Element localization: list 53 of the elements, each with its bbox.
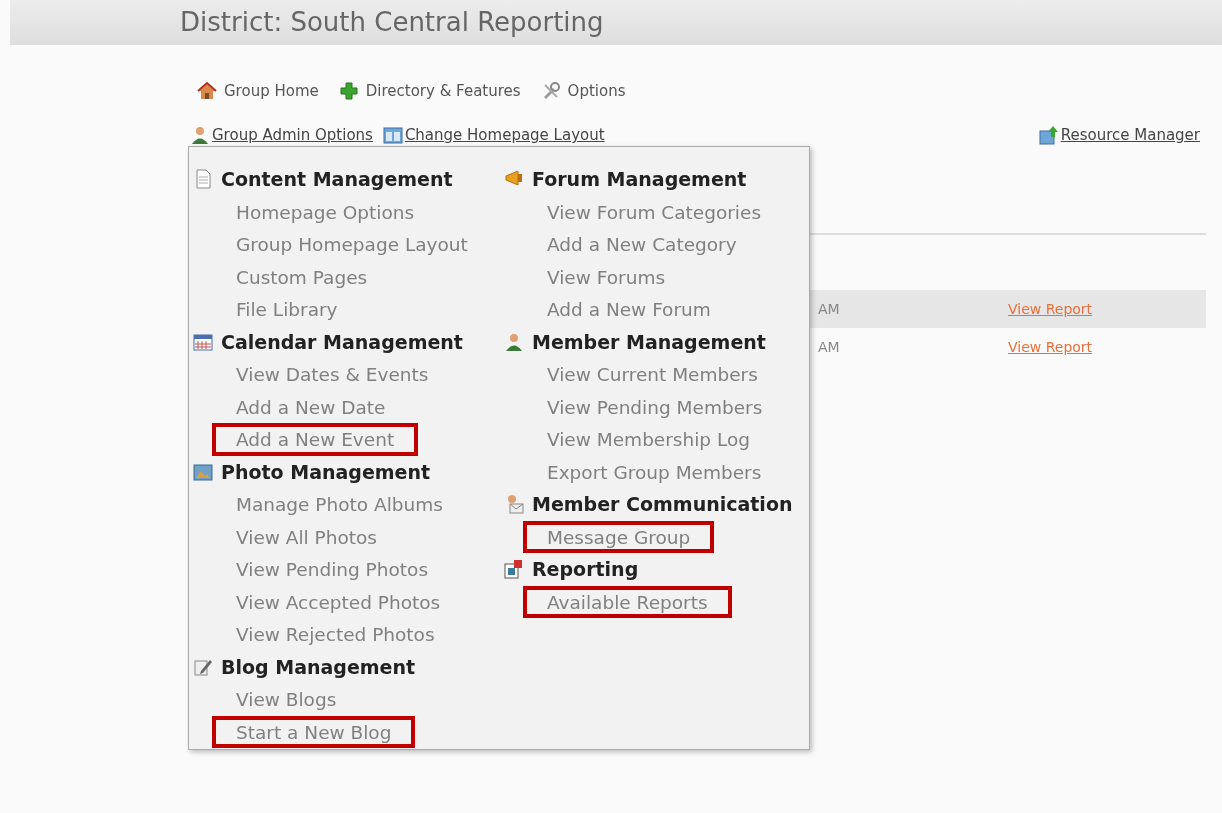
admin-link[interactable]: Change Homepage Layout <box>382 124 605 146</box>
section-heading: Blog Management <box>221 655 416 678</box>
menu-item[interactable]: Available Reports <box>523 585 732 618</box>
layout-icon <box>382 125 403 145</box>
report-icon <box>504 559 524 580</box>
section-heading: Reporting <box>532 558 639 581</box>
table-cell-text: AM <box>818 301 841 317</box>
menu-item[interactable]: Message Group <box>523 520 715 553</box>
menu-item[interactable]: Add a New Category <box>523 228 761 261</box>
document-icon <box>193 169 213 190</box>
menu-item[interactable]: View Forums <box>523 260 690 293</box>
person-icon <box>504 331 524 352</box>
menu-item[interactable]: View Dates & Events <box>212 358 453 391</box>
menu-item[interactable]: View Blogs <box>212 683 361 716</box>
house-icon <box>197 81 217 101</box>
menu-item[interactable]: View Accepted Photos <box>212 585 465 618</box>
resource-manager-link[interactable]: Resource Manager <box>1038 124 1200 146</box>
menu-item[interactable]: Export Group Members <box>523 455 786 488</box>
admin-link[interactable]: Group Admin Options <box>190 124 373 146</box>
view-report-link[interactable]: View Report <box>1008 339 1093 355</box>
view-report-link[interactable]: View Report <box>1008 301 1093 317</box>
menu-item[interactable]: File Library <box>212 293 362 326</box>
section-heading: Forum Management <box>532 168 747 191</box>
section-heading: Calendar Management <box>221 330 463 353</box>
menu-item[interactable]: Add a New Forum <box>523 293 735 326</box>
section-heading: Content Management <box>221 168 453 191</box>
nav-link[interactable]: Options <box>540 80 626 102</box>
section-heading: Member Management <box>532 330 766 353</box>
menu-item[interactable]: View Rejected Photos <box>212 618 459 651</box>
upload-icon <box>1038 125 1059 145</box>
page-title: District: South Central Reporting <box>180 6 604 39</box>
menu-item[interactable]: Custom Pages <box>212 260 392 293</box>
menu-item[interactable]: View Pending Photos <box>212 553 453 586</box>
menu-item[interactable]: Start a New Blog <box>212 715 416 748</box>
table-cell-text: AM <box>818 339 841 355</box>
menu-item[interactable]: Add a New Event <box>212 423 419 456</box>
nav-link[interactable]: Directory & Features <box>338 80 521 102</box>
calendar-icon <box>193 331 213 352</box>
menu-item[interactable]: View Forum Categories <box>523 195 786 228</box>
menu-item[interactable]: Group Homepage Layout <box>212 228 492 261</box>
nav-link[interactable]: Group Home <box>197 80 319 102</box>
menu-item[interactable]: Manage Photo Albums <box>212 488 467 521</box>
person-icon <box>190 125 210 145</box>
menu-item[interactable]: View All Photos <box>212 520 401 553</box>
section-heading: Photo Management <box>221 460 431 483</box>
menu-item[interactable]: Add a New Date <box>212 390 410 423</box>
menu-item[interactable]: View Current Members <box>523 358 782 391</box>
menu-item[interactable]: View Membership Log <box>523 423 775 456</box>
menu-item[interactable]: Homepage Options <box>212 195 439 228</box>
photo-icon <box>193 461 213 482</box>
section-heading: Member Communication <box>532 493 793 516</box>
menu-item[interactable]: View Pending Members <box>523 390 787 423</box>
plus-icon <box>338 81 359 101</box>
